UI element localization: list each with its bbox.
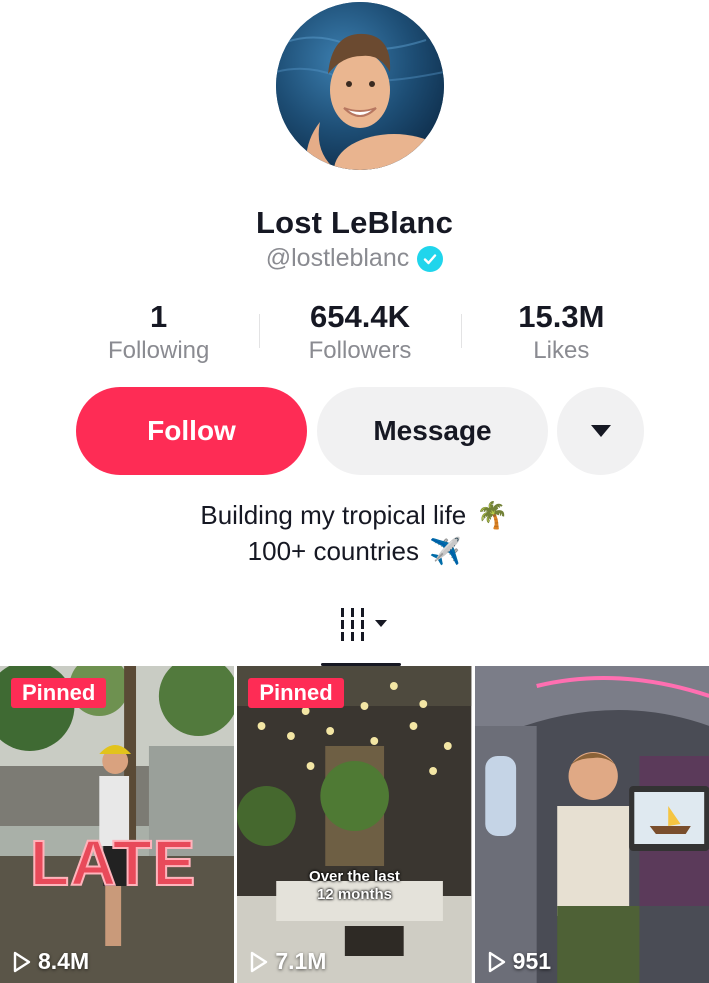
caption-line-2: 12 months xyxy=(316,886,392,903)
profile-display-name: Lost LeBlanc xyxy=(255,205,454,240)
view-count: 951 xyxy=(487,948,551,975)
follow-button[interactable]: Follow xyxy=(76,387,307,475)
view-count: 8.4M xyxy=(12,948,89,975)
video-1-overlay-text: LATE xyxy=(29,826,197,900)
pinned-badge: Pinned xyxy=(11,678,107,708)
stat-followers[interactable]: 654.4K Followers xyxy=(259,298,460,368)
video-grid: LATE Pinned 8.4M Over the last 12 months… xyxy=(0,666,709,983)
view-count: 7.1M xyxy=(249,948,326,975)
tab-videos[interactable] xyxy=(321,606,401,666)
caret-down-icon xyxy=(590,425,611,437)
verified-badge-icon xyxy=(417,245,444,272)
stat-value: 15.3M xyxy=(518,299,605,334)
message-button[interactable]: Message xyxy=(317,387,548,475)
video-thumbnail[interactable]: 951 xyxy=(474,666,709,983)
play-icon xyxy=(251,951,268,972)
profile-handle-row: @lostleblanc xyxy=(0,244,709,273)
play-icon xyxy=(488,951,505,972)
profile-bio: Building my tropical life 🌴 100+ countri… xyxy=(0,497,709,569)
airplane-emoji: ✈️ xyxy=(428,536,462,566)
profile-handle: @lostleblanc xyxy=(265,244,410,272)
view-count-value: 951 xyxy=(512,948,552,974)
video-1-scene xyxy=(0,666,235,983)
stat-value: 654.4K xyxy=(310,299,410,334)
stat-label: Followers xyxy=(308,337,412,364)
profile-stats: 1 Following 654.4K Followers 15.3M Likes xyxy=(58,298,662,368)
video-thumbnail[interactable]: Over the last 12 months Pinned 7.1M xyxy=(237,666,472,983)
more-options-button[interactable] xyxy=(557,387,644,475)
grid-videos-icon xyxy=(341,608,387,641)
stat-following[interactable]: 1 Following xyxy=(58,298,259,368)
pinned-badge: Pinned xyxy=(248,678,344,708)
view-count-value: 8.4M xyxy=(38,948,90,974)
stat-value: 1 xyxy=(150,299,168,334)
video-thumbnail[interactable]: LATE Pinned 8.4M xyxy=(0,666,235,983)
stat-label: Likes xyxy=(533,337,590,364)
stat-likes[interactable]: 15.3M Likes xyxy=(460,298,662,368)
video-2-scene xyxy=(237,666,472,983)
bio-line-1: Building my tropical life xyxy=(200,500,467,530)
video-3-scene xyxy=(474,666,709,983)
stat-label: Following xyxy=(107,337,210,364)
view-count-value: 7.1M xyxy=(275,948,327,974)
palm-tree-emoji: 🌴 xyxy=(476,500,509,530)
video-2-caption: Over the last 12 months xyxy=(237,868,471,904)
play-icon xyxy=(13,951,31,972)
bio-line-2: 100+ countries xyxy=(247,536,419,566)
profile-avatar[interactable] xyxy=(276,2,444,170)
caption-line-1: Over the last xyxy=(309,868,400,885)
